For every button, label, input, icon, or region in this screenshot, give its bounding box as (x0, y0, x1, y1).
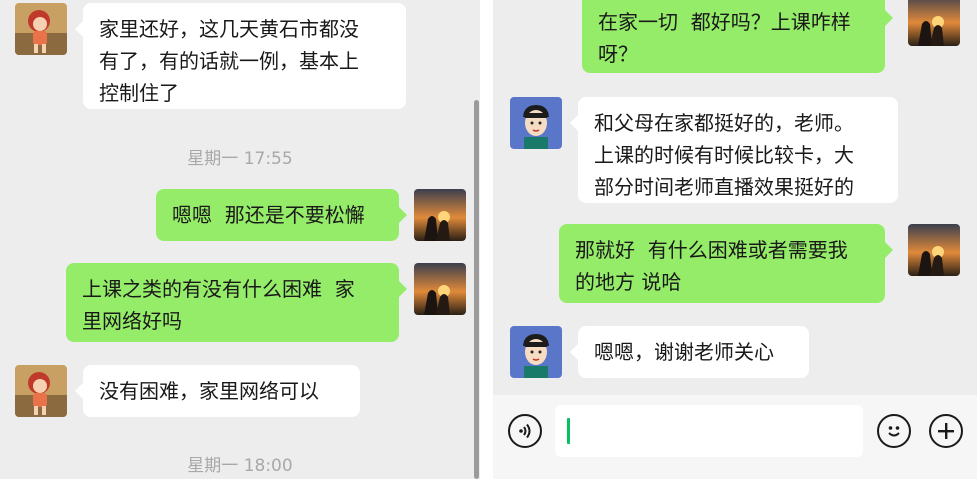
message-bubble-me[interactable]: 那就好 有什么困难或者需要我 的地方 说哈 (559, 224, 893, 303)
chat-panel-left: 家里还好，这几天黄石市都没 有了，有的话就一例，基本上 控制住了 星期一 17:… (0, 0, 480, 479)
input-bar (493, 395, 977, 479)
message-bubble-me[interactable]: 上课之类的有没有什么困难 家 里网络好吗 (66, 263, 407, 342)
plus-icon[interactable] (929, 414, 963, 448)
contact-avatar[interactable] (510, 97, 562, 149)
contact-avatar[interactable] (15, 3, 67, 55)
message-bubble-me[interactable]: 在家一切 都好吗？上课咋样 呀？ (582, 0, 893, 73)
contact-avatar[interactable] (15, 365, 67, 417)
timestamp: 星期一 18:00 (187, 456, 293, 476)
my-avatar[interactable] (414, 263, 466, 315)
my-avatar[interactable] (908, 0, 960, 46)
scrollbar[interactable] (474, 100, 479, 479)
message-bubble-contact[interactable]: 没有困难，家里网络可以 (75, 365, 360, 417)
message-bubble-contact[interactable]: 家里还好，这几天黄石市都没 有了，有的话就一例，基本上 控制住了 (75, 3, 406, 109)
chat-panel-right: 在家一切 都好吗？上课咋样 呀？ 和父母在家都挺好的，老师。 上课的时候有时候比… (493, 0, 977, 479)
message-bubble-contact[interactable]: 嗯嗯，谢谢老师关心 (570, 326, 809, 378)
timestamp: 星期一 17:55 (187, 149, 293, 169)
message-bubble-me[interactable]: 嗯嗯 那还是不要松懈 (156, 189, 407, 241)
my-avatar[interactable] (414, 189, 466, 241)
emoji-icon[interactable] (877, 414, 911, 448)
message-bubble-contact[interactable]: 和父母在家都挺好的，老师。 上课的时候有时候比较卡，大 部分时间老师直播效果挺好… (570, 97, 898, 203)
voice-icon[interactable] (508, 414, 542, 448)
message-input[interactable] (555, 405, 863, 457)
my-avatar[interactable] (908, 224, 960, 276)
text-cursor (567, 418, 570, 444)
contact-avatar[interactable] (510, 326, 562, 378)
